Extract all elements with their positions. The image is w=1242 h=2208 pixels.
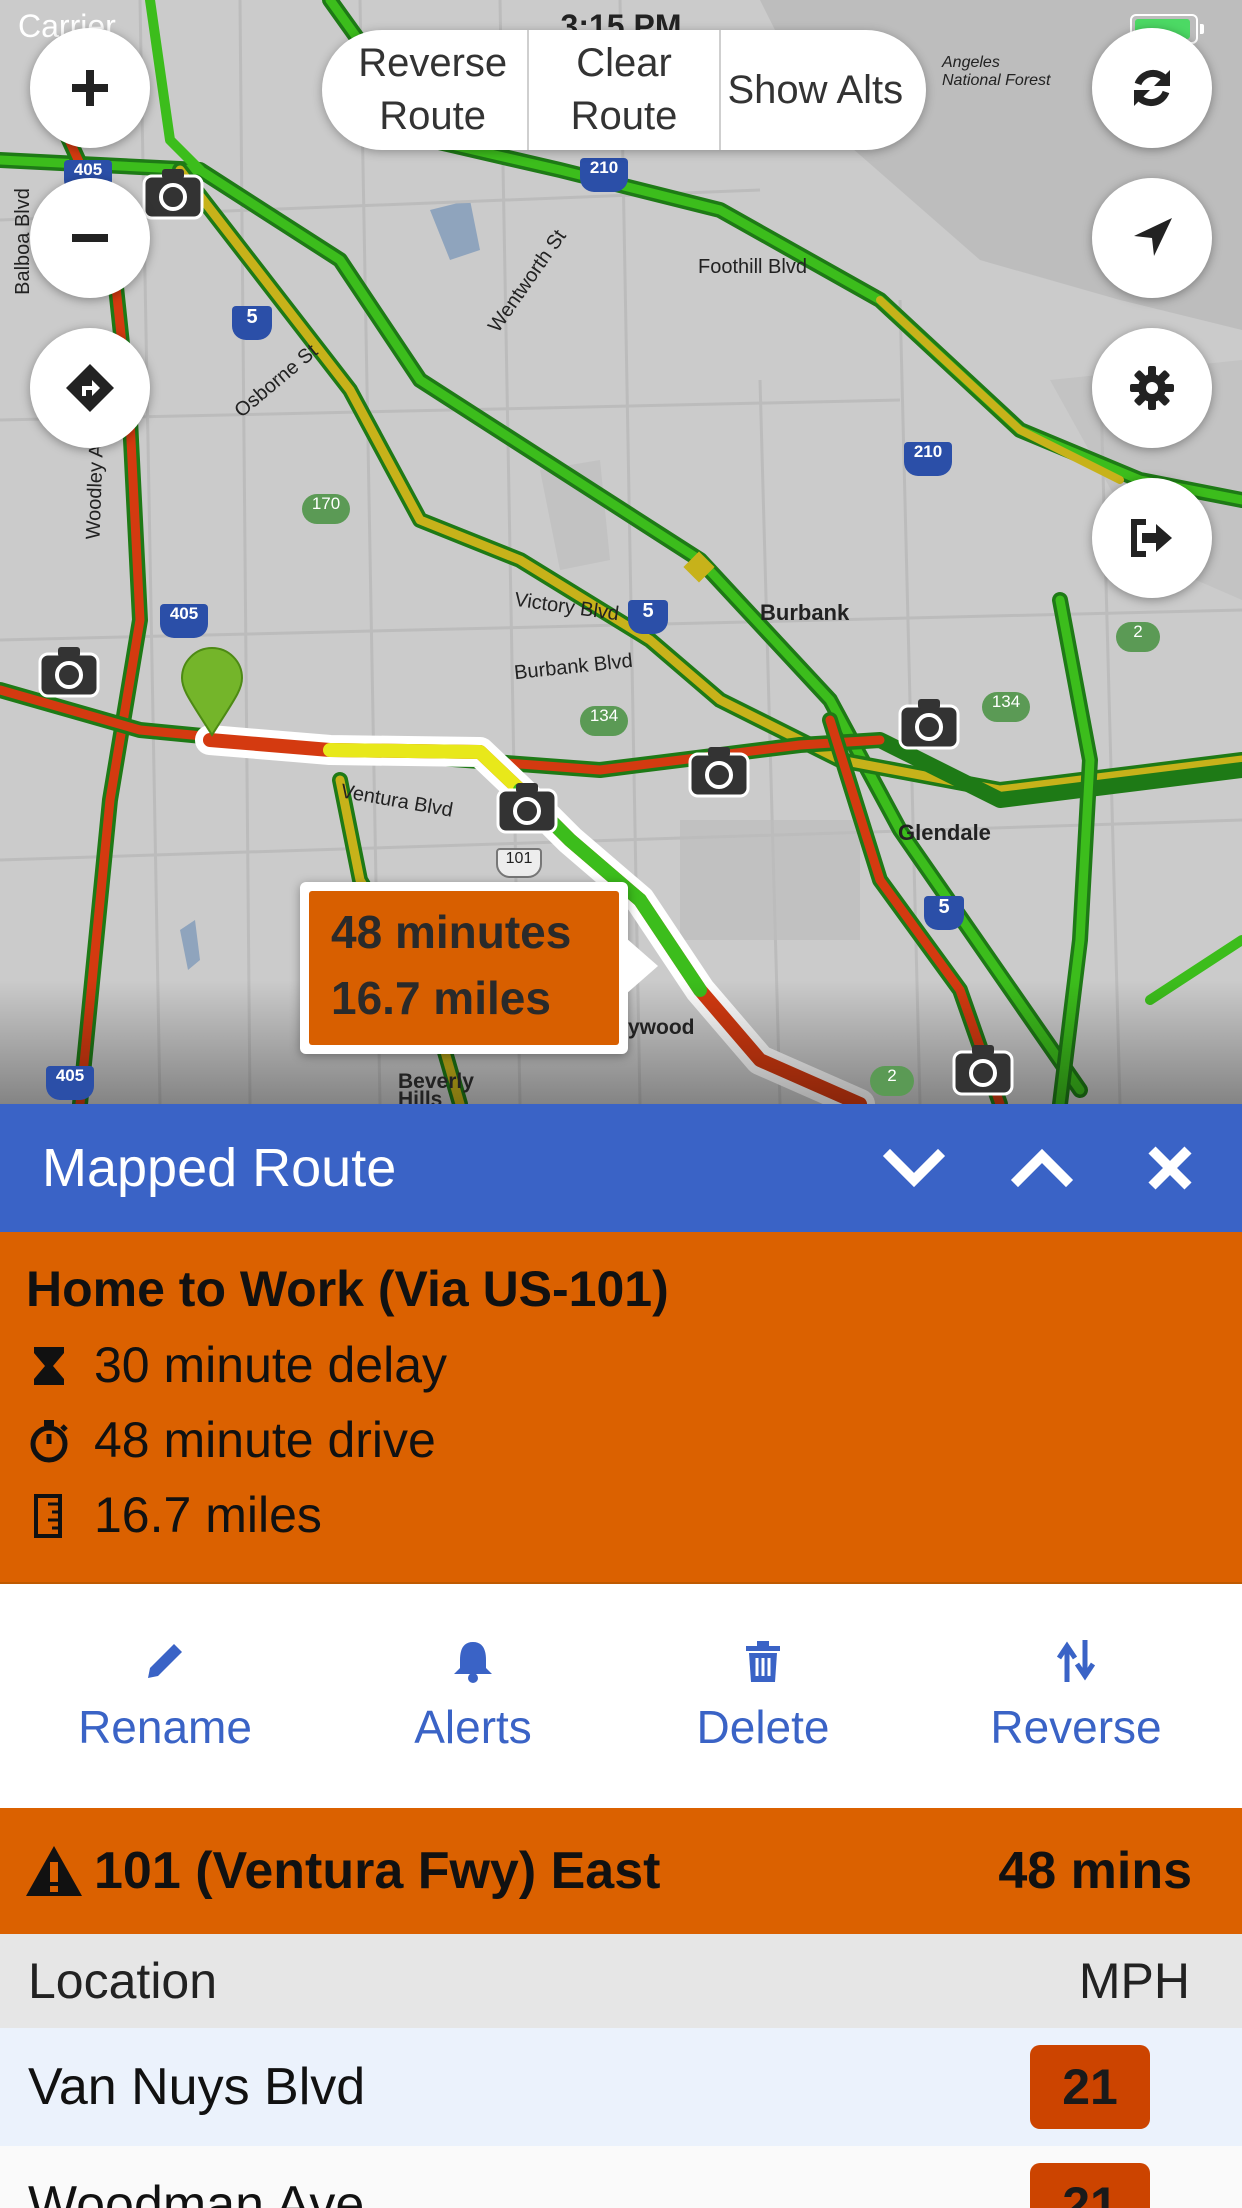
plus-icon <box>72 70 108 106</box>
pencil-icon <box>148 1644 182 1678</box>
city-label: Glendale <box>898 820 991 845</box>
state-route-shield: 134 <box>982 692 1030 722</box>
row-location: Van Nuys Blvd <box>28 2058 366 2116</box>
route-callout[interactable]: 48 minutes 16.7 miles <box>300 882 658 1054</box>
interstate-shield: 5 <box>924 896 964 930</box>
location-arrow-icon <box>1134 218 1172 256</box>
reverse-route-button[interactable]: Reverse Route <box>322 30 527 150</box>
camera-icon[interactable] <box>688 744 750 800</box>
close-icon <box>1148 1146 1192 1190</box>
us-route-shield: 101 <box>496 848 542 878</box>
route-segmented-control: Reverse Route Clear Route Show Alts <box>322 30 926 150</box>
state-route-shield: 2 <box>870 1066 914 1096</box>
interstate-shield: 210 <box>580 158 628 192</box>
interstate-shield: 405 <box>160 604 208 638</box>
camera-icon[interactable] <box>38 644 100 700</box>
rename-label: Rename <box>78 1701 252 1753</box>
delete-label: Delete <box>696 1701 830 1753</box>
route-summary: Home to Work (Via US-101) 30 minute dela… <box>0 1232 1242 1582</box>
table-row[interactable]: Van Nuys Blvd 21 <box>0 2028 1242 2146</box>
rename-button[interactable]: Rename <box>0 1584 330 1808</box>
route-distance: 16.7 miles <box>94 1487 322 1543</box>
city-label: Hills <box>398 1088 443 1104</box>
traffic-map[interactable]: 5 5 5 405 405 405 210 210 170 134 134 2 … <box>0 0 1242 1104</box>
camera-icon[interactable] <box>142 166 204 222</box>
road-segment-header[interactable]: 101 (Ventura Fwy) East 48 mins <box>0 1808 1242 1934</box>
reverse-label: Reverse <box>990 1701 1162 1753</box>
route-delay: 30 minute delay <box>94 1337 448 1393</box>
route-name: Home to Work (Via US-101) <box>26 1261 669 1317</box>
close-button[interactable] <box>1106 1104 1234 1232</box>
state-route-shield: 170 <box>302 494 350 524</box>
collapse-button[interactable] <box>850 1104 978 1232</box>
bell-icon <box>454 1642 492 1683</box>
panel-header: Mapped Route <box>0 1104 1242 1232</box>
route-drive-time: 48 minute drive <box>94 1412 436 1468</box>
interstate-shield: 210 <box>904 442 952 476</box>
state-route-shield: 2 <box>1116 622 1160 652</box>
directions-icon <box>66 364 114 412</box>
show-alts-button[interactable]: Show Alts <box>718 30 926 150</box>
street-label: Foothill Blvd <box>698 256 807 278</box>
city-label: ywood <box>628 1016 695 1039</box>
sign-out-button[interactable] <box>1092 478 1212 598</box>
location-column-header: Location <box>28 1953 218 2009</box>
expand-button[interactable] <box>978 1104 1106 1232</box>
callout-duration: 48 minutes <box>331 906 572 958</box>
sign-out-icon <box>1131 519 1172 557</box>
speed-badge: 21 <box>1030 2163 1150 2208</box>
city-label: Burbank <box>760 600 850 625</box>
stopwatch-icon <box>30 1419 68 1462</box>
camera-icon[interactable] <box>496 780 558 836</box>
reverse-button[interactable]: Reverse <box>910 1584 1242 1808</box>
interstate-shield: 405 <box>46 1066 94 1100</box>
minus-icon <box>72 234 108 242</box>
chevron-down-icon <box>882 1148 946 1188</box>
mph-column-header: MPH <box>1078 1953 1190 2009</box>
zoom-in-button[interactable] <box>30 28 150 148</box>
table-header: Location MPH <box>0 1934 1242 2028</box>
road-name: 101 (Ventura Fwy) East <box>94 1842 661 1900</box>
route-actions: Rename Alerts Delete Reverse <box>0 1582 1242 1808</box>
camera-icon[interactable] <box>898 696 960 752</box>
row-location: Woodman Ave <box>28 2176 365 2208</box>
alerts-button[interactable]: Alerts <box>330 1584 616 1808</box>
road-travel-time: 48 mins <box>998 1842 1192 1900</box>
reverse-arrows-icon <box>1056 1640 1096 1682</box>
refresh-icon <box>1134 69 1170 107</box>
refresh-button[interactable] <box>1092 28 1212 148</box>
camera-icon[interactable] <box>952 1042 1014 1098</box>
locate-button[interactable] <box>1092 178 1212 298</box>
trash-icon <box>746 1641 780 1682</box>
chevron-up-icon <box>1010 1148 1074 1188</box>
interstate-shield: 5 <box>628 600 668 634</box>
interstate-shield: 5 <box>232 306 272 340</box>
callout-distance: 16.7 miles <box>331 972 551 1024</box>
clear-route-button[interactable]: Clear Route <box>527 30 718 150</box>
state-route-shield: 134 <box>580 706 628 736</box>
table-row[interactable]: Woodman Ave 21 <box>0 2146 1242 2208</box>
zoom-out-button[interactable] <box>30 178 150 298</box>
panel-title: Mapped Route <box>42 1138 397 1198</box>
gear-icon <box>1130 366 1174 410</box>
directions-button[interactable] <box>30 328 150 448</box>
area-label: National Forest <box>942 72 1051 89</box>
delete-button[interactable]: Delete <box>616 1584 910 1808</box>
settings-button[interactable] <box>1092 328 1212 448</box>
alerts-label: Alerts <box>414 1701 532 1753</box>
hourglass-icon <box>34 1346 64 1385</box>
speed-badge: 21 <box>1030 2045 1150 2129</box>
ruler-icon <box>34 1493 62 1538</box>
road-warning-icon <box>26 1846 82 1896</box>
